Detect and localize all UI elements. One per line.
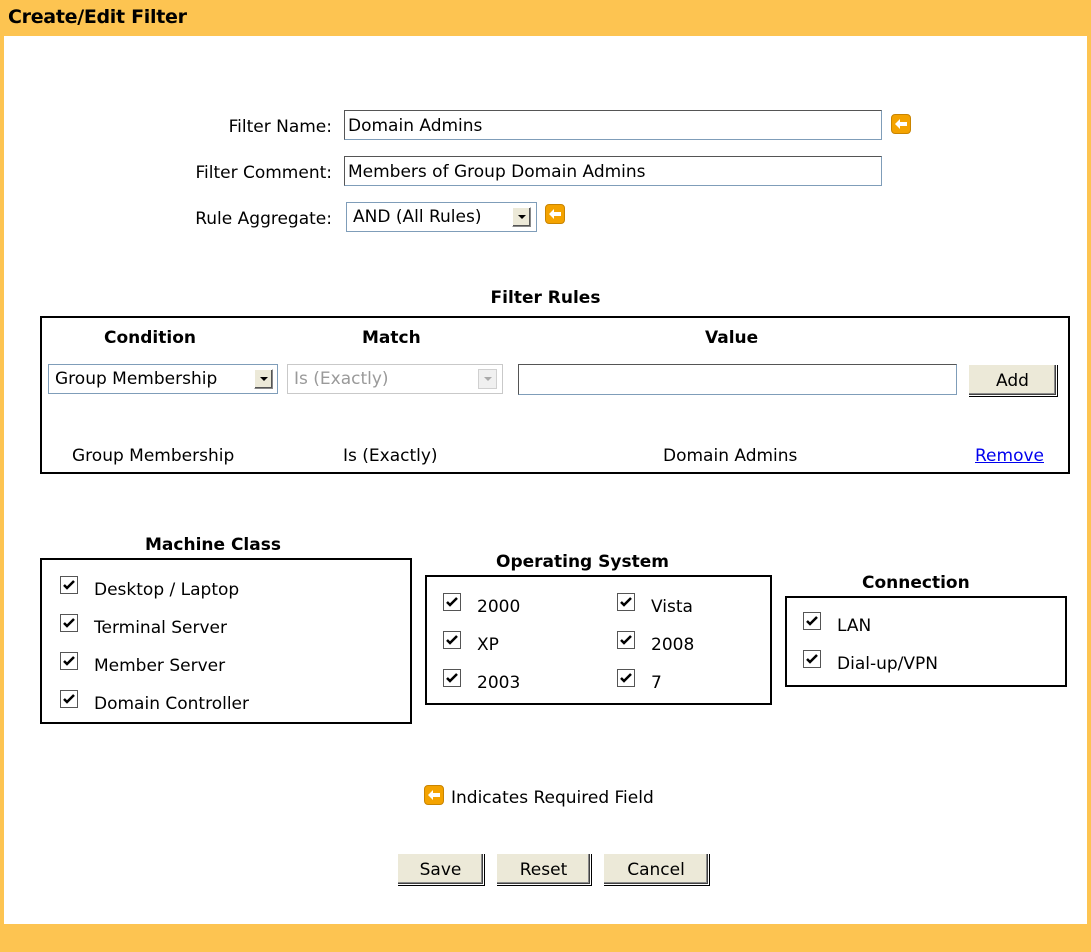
checkbox-label: LAN	[837, 616, 872, 636]
chevron-down-icon[interactable]	[254, 369, 273, 389]
cancel-button[interactable]: Cancel	[603, 853, 709, 885]
rule-value-input[interactable]	[518, 364, 957, 395]
rule-row-value: Domain Admins	[663, 446, 798, 466]
save-button[interactable]: Save	[397, 853, 484, 885]
connection-title: Connection	[862, 573, 970, 593]
checkbox-domain-controller[interactable]	[60, 690, 78, 708]
chevron-down-icon[interactable]	[512, 207, 531, 227]
filter-comment-label: Filter Comment:	[195, 163, 332, 183]
checkbox-label: Domain Controller	[94, 694, 249, 714]
operating-system-title: Operating System	[496, 552, 669, 572]
reset-button[interactable]: Reset	[496, 853, 591, 885]
checkbox-label: Member Server	[94, 656, 226, 676]
rule-row-match: Is (Exactly)	[343, 446, 438, 466]
checkbox-member-server[interactable]	[60, 652, 78, 670]
checkbox-label: 2008	[651, 635, 695, 655]
required-arrow-icon	[424, 785, 444, 805]
remove-rule-link[interactable]: Remove	[975, 446, 1044, 466]
checkbox-desktop-laptop[interactable]	[60, 576, 78, 594]
required-legend-text: Indicates Required Field	[451, 788, 654, 808]
machine-class-title: Machine Class	[145, 535, 281, 555]
machine-class-box: Desktop / Laptop Terminal Server Member …	[40, 558, 412, 724]
match-select-value: Is (Exactly)	[294, 369, 389, 389]
required-arrow-icon	[545, 204, 565, 224]
checkbox-label: Terminal Server	[94, 618, 227, 638]
checkbox-label: Desktop / Laptop	[94, 580, 240, 600]
panel-title: Create/Edit Filter	[8, 6, 187, 28]
checkbox-dialup-vpn[interactable]	[803, 650, 821, 668]
condition-select-value: Group Membership	[55, 369, 218, 389]
column-header-value: Value	[705, 328, 759, 348]
checkbox-terminal-server[interactable]	[60, 614, 78, 632]
checkbox-os-7[interactable]	[617, 669, 635, 687]
column-header-match: Match	[362, 328, 421, 348]
rule-aggregate-select[interactable]: AND (All Rules)	[346, 202, 537, 232]
filter-rules-title: Filter Rules	[490, 288, 601, 308]
filter-rules-box: Condition Match Value Group Membership I…	[40, 316, 1070, 474]
required-arrow-icon	[891, 114, 911, 134]
checkbox-label: Dial-up/VPN	[837, 654, 938, 674]
rule-aggregate-label: Rule Aggregate:	[195, 209, 332, 229]
checkbox-os-2003[interactable]	[443, 669, 461, 687]
checkbox-os-2008[interactable]	[617, 631, 635, 649]
panel-frame: Create/Edit Filter	[0, 0, 1091, 952]
rule-row-condition: Group Membership	[72, 446, 235, 466]
operating-system-box: 2000 Vista XP 2008 2003 7	[425, 575, 772, 705]
match-select: Is (Exactly)	[287, 364, 503, 394]
filter-name-input[interactable]: Domain Admins	[344, 110, 882, 140]
checkbox-os-vista[interactable]	[617, 593, 635, 611]
connection-box: LAN Dial-up/VPN	[785, 596, 1067, 687]
condition-select[interactable]: Group Membership	[48, 364, 278, 394]
add-rule-button[interactable]: Add	[968, 364, 1057, 396]
checkbox-os-xp[interactable]	[443, 631, 461, 649]
rule-aggregate-value: AND (All Rules)	[353, 207, 482, 227]
checkbox-label: Vista	[651, 597, 693, 617]
checkbox-label: 2003	[477, 673, 521, 693]
checkbox-label: 7	[651, 673, 662, 693]
checkbox-label: XP	[477, 635, 499, 655]
chevron-down-icon	[478, 369, 497, 389]
checkbox-label: 2000	[477, 597, 521, 617]
filter-comment-input[interactable]: Members of Group Domain Admins	[344, 156, 882, 186]
checkbox-lan[interactable]	[803, 612, 821, 630]
checkbox-os-2000[interactable]	[443, 593, 461, 611]
filter-name-label: Filter Name:	[228, 117, 332, 137]
column-header-condition: Condition	[104, 328, 196, 348]
